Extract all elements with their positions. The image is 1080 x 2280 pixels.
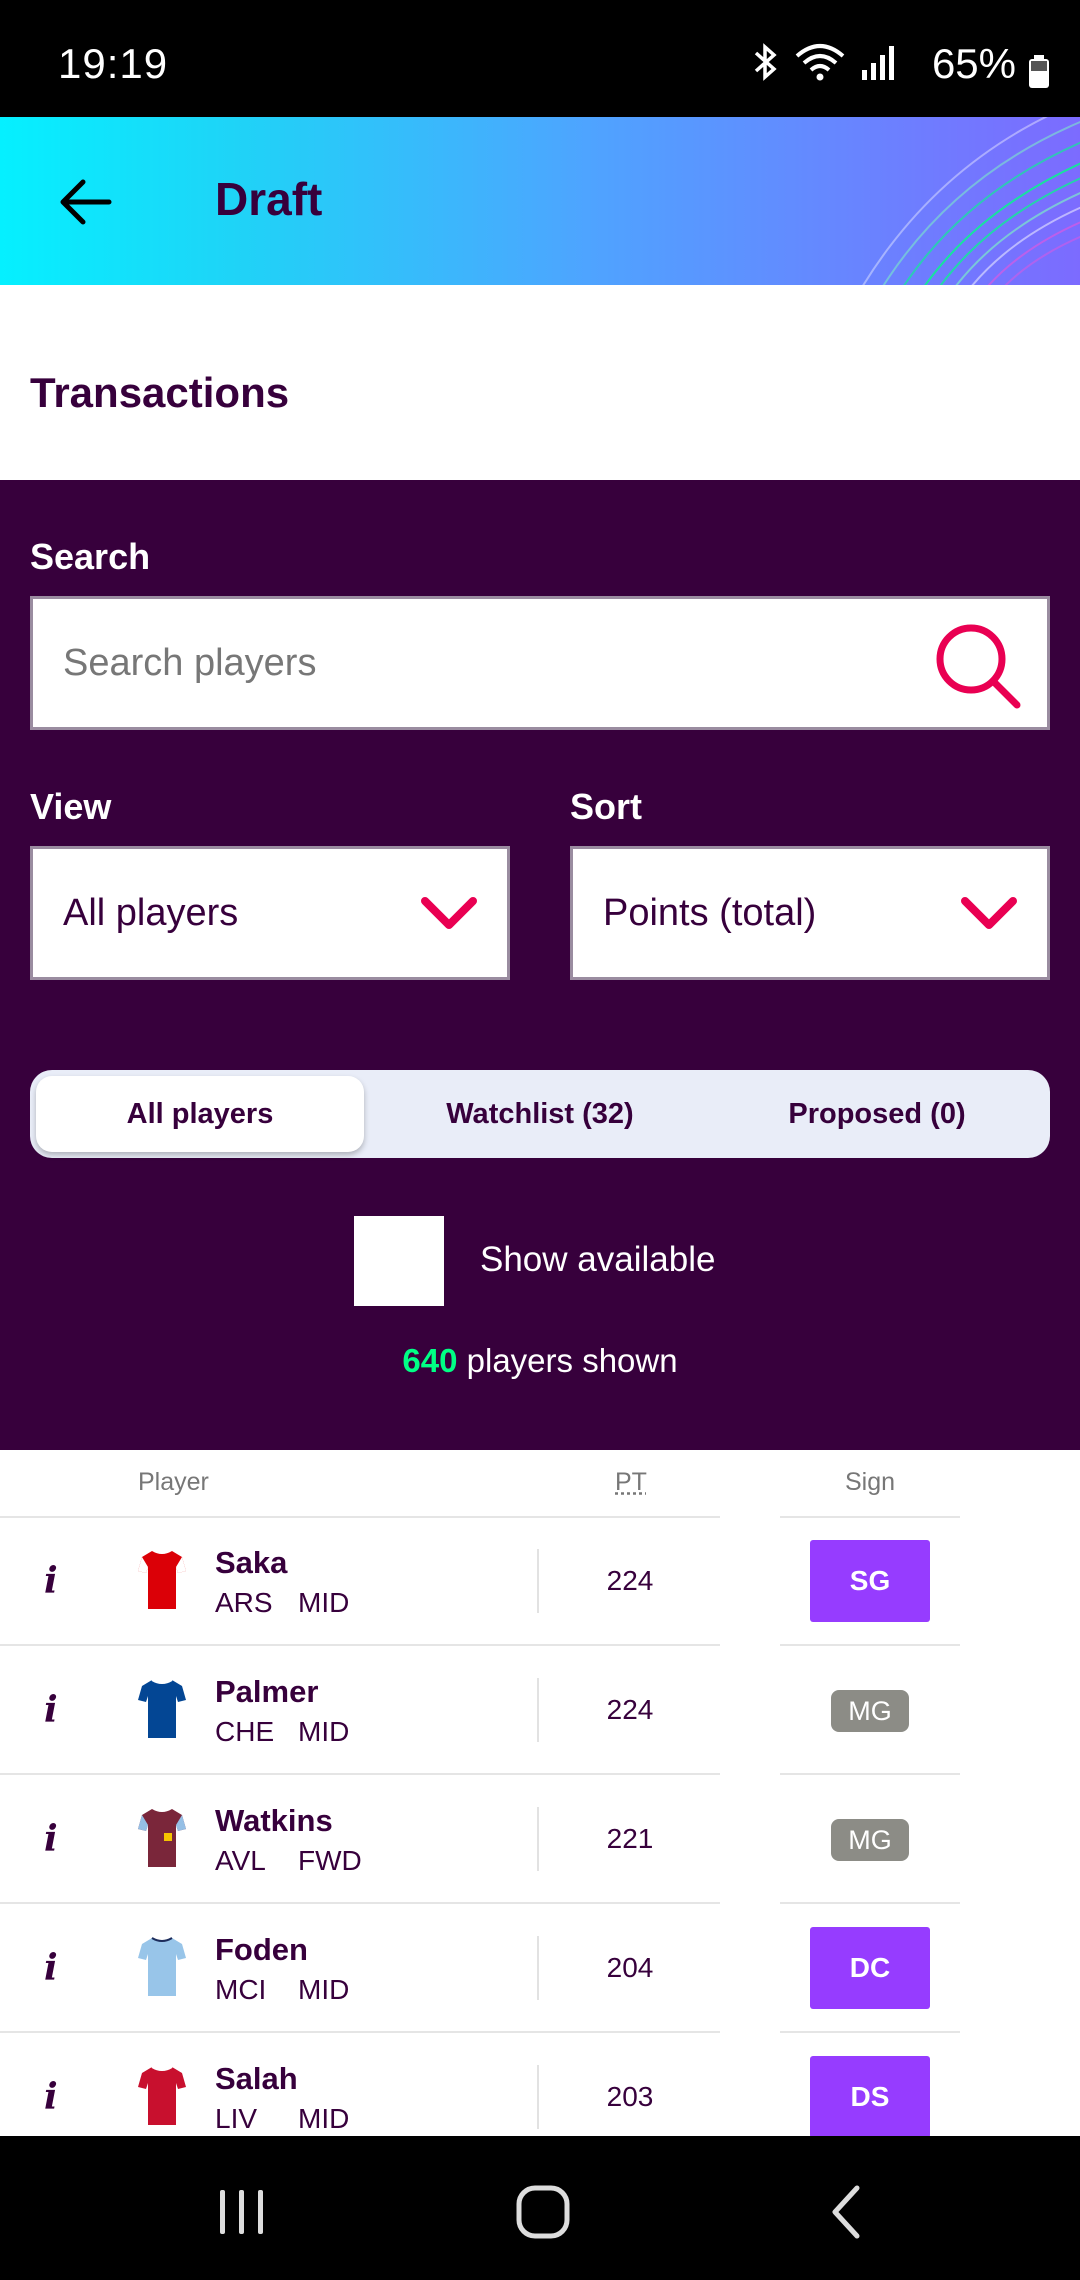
search-box[interactable]	[30, 596, 1050, 730]
player-list-tabs: All players Watchlist (32) Proposed (0)	[30, 1070, 1050, 1158]
view-label: View	[30, 786, 112, 827]
view-select[interactable]: All players	[30, 846, 510, 980]
player-team: ARS	[215, 1587, 273, 1618]
status-icons	[752, 40, 900, 84]
chevron-down-icon	[961, 897, 1017, 929]
tab-all-players[interactable]: All players	[36, 1076, 364, 1152]
shirt-icon	[138, 1809, 186, 1867]
header-title: Draft	[215, 173, 323, 225]
players-count-number: 640	[402, 1342, 458, 1379]
filter-panel: Search View All players Sort Points (tot…	[0, 480, 1080, 1450]
sign-status-badge: MG	[831, 1690, 909, 1732]
system-nav-bar	[0, 2136, 1080, 2280]
shirt-icon	[138, 1937, 186, 1996]
chevron-left-icon	[832, 2185, 860, 2239]
home-icon	[516, 2185, 570, 2239]
player-team: LIV	[215, 2103, 258, 2134]
back-button[interactable]	[50, 167, 120, 237]
sign-button[interactable]: DC	[810, 1927, 930, 2009]
column-header-sign: Sign	[845, 1468, 896, 1496]
player-position: MID	[298, 1974, 350, 2005]
info-icon[interactable]: i	[44, 1559, 68, 1603]
table-row[interactable]: i Saka ARS MID 224 SG	[0, 1517, 1080, 1646]
nav-back-button[interactable]	[806, 2172, 886, 2252]
status-bar: 19:19 65%	[0, 0, 1080, 117]
sort-select[interactable]: Points (total)	[570, 846, 1050, 980]
player-position: MID	[298, 1716, 350, 1747]
info-icon[interactable]: i	[44, 1688, 68, 1732]
player-points: 224	[606, 1565, 654, 1596]
chevron-down-icon	[421, 897, 477, 929]
player-name: Foden	[215, 1932, 308, 1967]
search-input[interactable]	[63, 599, 923, 727]
show-available-checkbox[interactable]	[354, 1216, 444, 1306]
info-icon[interactable]: i	[44, 2075, 68, 2119]
home-button[interactable]	[503, 2172, 583, 2252]
table-row[interactable]: i Foden MCI MID 204 DC	[0, 1904, 1080, 2033]
table-row[interactable]: i Palmer CHE MID 224 MG	[0, 1646, 1080, 1775]
sign-button[interactable]: DS	[810, 2056, 930, 2136]
player-position: MID	[298, 1587, 350, 1618]
tab-proposed[interactable]: Proposed (0)	[710, 1076, 1044, 1152]
search-icon[interactable]	[931, 619, 1023, 711]
player-points: 221	[606, 1823, 654, 1854]
header-pattern	[862, 117, 1080, 285]
app-header: Draft	[0, 117, 1080, 285]
divider	[537, 1936, 539, 2000]
arrow-left-icon	[60, 179, 112, 225]
player-points: 203	[606, 2081, 654, 2112]
sign-button[interactable]: SG	[810, 1540, 930, 1622]
players-table: Player PT Sign i Saka ARS MID 224 SG i P…	[0, 1450, 1080, 2136]
divider	[537, 1549, 539, 1613]
battery-icon	[1029, 55, 1049, 88]
signal-icon	[862, 46, 894, 80]
column-header-player: Player	[138, 1468, 209, 1496]
tab-watchlist[interactable]: Watchlist (32)	[370, 1076, 710, 1152]
divider	[537, 1678, 539, 1742]
player-name: Watkins	[215, 1803, 333, 1838]
sort-select-value: Points (total)	[603, 892, 817, 934]
sort-label: Sort	[570, 786, 642, 827]
info-icon[interactable]: i	[44, 1817, 68, 1861]
player-points: 224	[606, 1694, 654, 1725]
player-name: Saka	[215, 1545, 288, 1580]
wifi-icon	[795, 44, 845, 81]
title-area: Transactions	[0, 285, 1080, 480]
divider	[537, 2065, 539, 2129]
divider	[537, 1807, 539, 1871]
player-team: MCI	[215, 1974, 267, 2005]
view-select-value: All players	[63, 892, 239, 934]
player-team: CHE	[215, 1716, 275, 1747]
shirt-icon	[138, 2066, 186, 2125]
battery-percent: 65%	[931, 40, 1016, 87]
column-header-points[interactable]: PT	[615, 1468, 647, 1497]
info-icon[interactable]: i	[44, 1946, 68, 1990]
shirt-icon	[138, 1551, 186, 1609]
page-title: Transactions	[30, 369, 290, 416]
player-position: MID	[298, 2103, 350, 2134]
sign-status-badge: MG	[831, 1819, 909, 1861]
bluetooth-icon	[754, 43, 777, 81]
search-label: Search	[30, 536, 151, 577]
shirt-icon	[138, 1679, 186, 1738]
table-row[interactable]: i Watkins AVL FWD 221 MG	[0, 1775, 1080, 1904]
players-count-text: players shown	[466, 1342, 678, 1379]
table-row[interactable]: i Salah LIV MID 203 DS	[0, 2033, 1080, 2136]
show-available-label[interactable]: Show available	[480, 1240, 715, 1280]
recent-apps-icon	[220, 2190, 263, 2234]
players-count: 640 players shown	[0, 1342, 1080, 1380]
player-name: Palmer	[215, 1674, 319, 1709]
player-team: AVL	[215, 1845, 266, 1876]
player-position: FWD	[298, 1845, 362, 1876]
player-name: Salah	[215, 2061, 298, 2096]
recent-apps-button[interactable]	[202, 2172, 282, 2252]
player-points: 204	[606, 1952, 654, 1983]
status-time: 19:19	[58, 40, 169, 87]
